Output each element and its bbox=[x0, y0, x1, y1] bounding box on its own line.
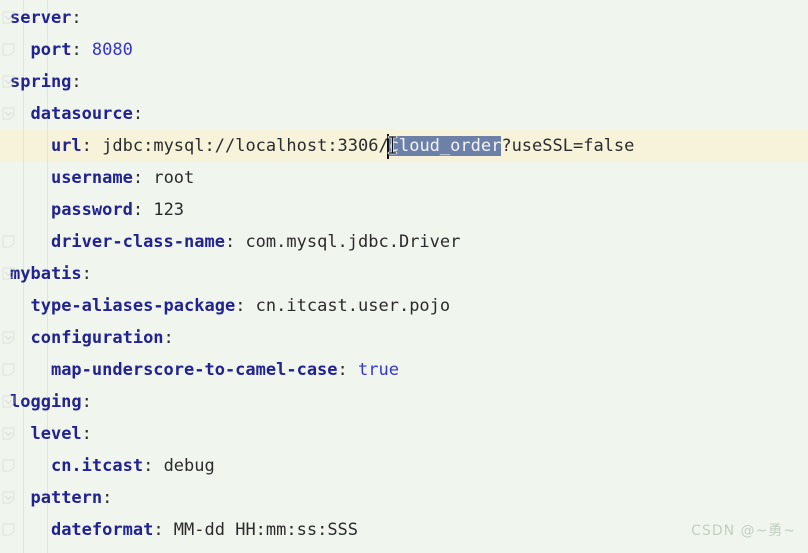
code-line[interactable]: type-aliases-package: cn.itcast.user.poj… bbox=[0, 290, 808, 322]
editor-gutter[interactable] bbox=[0, 0, 22, 553]
yaml-key: pattern bbox=[30, 488, 103, 508]
yaml-value: 123 bbox=[153, 200, 185, 220]
yaml-colon: : bbox=[71, 72, 82, 92]
yaml-key: cn.itcast bbox=[50, 456, 144, 476]
yaml-colon: : bbox=[153, 520, 174, 540]
yaml-key: level bbox=[30, 424, 82, 444]
fold-chevron-icon[interactable] bbox=[2, 363, 15, 376]
yaml-colon: : bbox=[132, 104, 144, 124]
yaml-value: true bbox=[358, 360, 399, 380]
fold-chevron-icon[interactable] bbox=[2, 107, 15, 120]
code-line[interactable]: cn.itcast: debug bbox=[0, 450, 808, 482]
yaml-key: port bbox=[30, 40, 72, 60]
yaml-colon: : bbox=[81, 264, 92, 284]
yaml-colon: : bbox=[143, 456, 164, 476]
yaml-value: debug bbox=[163, 456, 215, 476]
yaml-key: datasource bbox=[30, 104, 133, 124]
yaml-value: root bbox=[153, 168, 195, 188]
fold-chevron-icon[interactable] bbox=[2, 11, 15, 24]
yaml-colon: : bbox=[81, 392, 92, 412]
code-line[interactable]: dateformat: MM-dd HH:mm:ss:SSS bbox=[0, 514, 808, 546]
fold-chevron-icon[interactable] bbox=[2, 75, 15, 88]
yaml-value-suffix: ?useSSL=false bbox=[501, 136, 635, 156]
yaml-key: driver-class-name bbox=[50, 232, 225, 252]
code-line[interactable]: server: bbox=[0, 2, 808, 34]
yaml-value-prefix: jdbc:mysql://localhost:3306/ bbox=[102, 136, 389, 156]
code-content[interactable]: server: port: 8080 spring: datasource: ur… bbox=[0, 0, 808, 553]
fold-chevron-icon[interactable] bbox=[2, 523, 15, 536]
code-line[interactable]: datasource: bbox=[0, 98, 808, 130]
code-line[interactable]: map-underscore-to-camel-case: true bbox=[0, 354, 808, 386]
yaml-key: password bbox=[50, 200, 133, 220]
yaml-colon: : bbox=[224, 232, 246, 252]
code-line[interactable]: spring: bbox=[0, 66, 808, 98]
fold-chevron-icon[interactable] bbox=[2, 235, 15, 248]
code-line[interactable]: configuration: bbox=[0, 322, 808, 354]
code-line[interactable]: port: 8080 bbox=[0, 34, 808, 66]
fold-chevron-icon[interactable] bbox=[2, 491, 15, 504]
yaml-colon: : bbox=[81, 424, 92, 444]
fold-chevron-icon[interactable] bbox=[2, 43, 15, 56]
yaml-colon: : bbox=[132, 200, 154, 220]
yaml-colon: : bbox=[71, 40, 92, 60]
code-line[interactable]: pattern: bbox=[0, 482, 808, 514]
code-line[interactable]: driver-class-name: com.mysql.jdbc.Driver bbox=[0, 226, 808, 258]
yaml-value: cn.itcast.user.pojo bbox=[255, 296, 451, 316]
yaml-value: com.mysql.jdbc.Driver bbox=[245, 232, 461, 252]
code-line[interactable]: level: bbox=[0, 418, 808, 450]
fold-chevron-icon[interactable] bbox=[2, 427, 15, 440]
yaml-colon: : bbox=[163, 328, 174, 348]
fold-chevron-icon[interactable] bbox=[2, 331, 15, 344]
code-line[interactable]: username: root bbox=[0, 162, 808, 194]
code-line[interactable]: mybatis: bbox=[0, 258, 808, 290]
yaml-colon: : bbox=[71, 8, 82, 28]
yaml-key: configuration bbox=[30, 328, 164, 348]
fold-chevron-icon[interactable] bbox=[2, 395, 15, 408]
yaml-key: username bbox=[50, 168, 133, 188]
yaml-colon: : bbox=[337, 360, 359, 380]
csdn-watermark: CSDN @~勇~ bbox=[691, 523, 796, 539]
yaml-colon: : bbox=[102, 488, 113, 508]
text-caret bbox=[387, 134, 390, 159]
yaml-colon: : bbox=[235, 296, 256, 316]
fold-chevron-icon[interactable] bbox=[2, 267, 15, 280]
yaml-code-editor[interactable]: server: port: 8080 spring: datasource: ur… bbox=[0, 0, 808, 553]
code-line[interactable]: password: 123 bbox=[0, 194, 808, 226]
yaml-value: 8080 bbox=[91, 40, 133, 60]
yaml-colon: : bbox=[81, 136, 103, 156]
yaml-value-selection: cloud_order bbox=[388, 136, 502, 156]
yaml-colon: : bbox=[132, 168, 154, 188]
yaml-key: type-aliases-package bbox=[30, 296, 236, 316]
yaml-key: url bbox=[50, 136, 82, 156]
yaml-key: map-underscore-to-camel-case bbox=[50, 360, 338, 380]
code-line[interactable]: url: jdbc:mysql://localhost:3306/cloud_o… bbox=[0, 130, 808, 162]
code-line[interactable]: logging: bbox=[0, 386, 808, 418]
fold-chevron-icon[interactable] bbox=[2, 459, 15, 472]
yaml-key: dateformat bbox=[50, 520, 154, 540]
yaml-value: MM-dd HH:mm:ss:SSS bbox=[173, 520, 359, 540]
